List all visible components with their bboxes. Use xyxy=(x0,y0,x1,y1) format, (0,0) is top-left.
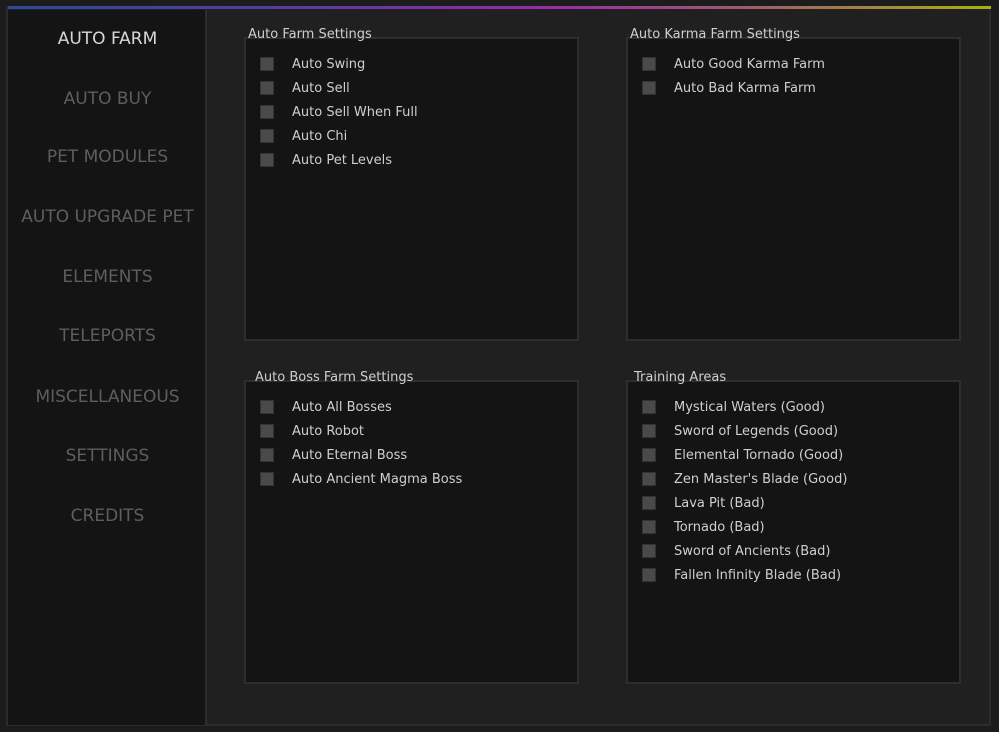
panel-title: Auto Karma Farm Settings xyxy=(630,27,800,42)
sidebar-item-auto-buy[interactable]: AUTO BUY xyxy=(8,87,207,111)
panel-title: Auto Boss Farm Settings xyxy=(255,370,414,385)
checkbox[interactable] xyxy=(642,544,656,558)
panel-title: Training Areas xyxy=(634,370,727,385)
toggle-row[interactable]: Auto Bad Karma Farm xyxy=(642,79,816,97)
toggle-row[interactable]: Auto Robot xyxy=(260,422,364,440)
panel-title: Auto Farm Settings xyxy=(248,27,372,42)
toggle-label: Fallen Infinity Blade (Bad) xyxy=(674,567,842,583)
toggle-label: Auto Sell xyxy=(292,80,350,96)
toggle-label: Mystical Waters (Good) xyxy=(674,399,825,415)
toggle-row[interactable]: Auto Sell When Full xyxy=(260,103,418,121)
checkbox[interactable] xyxy=(260,448,274,462)
toggle-row[interactable]: Fallen Infinity Blade (Bad) xyxy=(642,566,841,584)
checkbox[interactable] xyxy=(260,105,274,119)
checkbox[interactable] xyxy=(260,400,274,414)
toggle-row[interactable]: Auto Ancient Magma Boss xyxy=(260,470,462,488)
sidebar-item-credits[interactable]: CREDITS xyxy=(8,504,207,528)
toggle-label: Lava Pit (Bad) xyxy=(674,495,765,511)
toggle-label: Sword of Ancients (Bad) xyxy=(674,543,831,559)
checkbox[interactable] xyxy=(642,81,656,95)
sidebar: AUTO FARM AUTO BUY PET MODULES AUTO UPGR… xyxy=(8,10,207,725)
sidebar-item-pet-modules[interactable]: PET MODULES xyxy=(8,145,207,169)
sidebar-item-auto-upgrade-pet[interactable]: AUTO UPGRADE PET xyxy=(8,205,207,229)
checkbox[interactable] xyxy=(642,424,656,438)
sidebar-item-settings[interactable]: SETTINGS xyxy=(8,444,207,468)
checkbox[interactable] xyxy=(642,472,656,486)
toggle-row[interactable]: Sword of Ancients (Bad) xyxy=(642,542,830,560)
toggle-label: Auto Chi xyxy=(292,128,348,144)
toggle-label: Elemental Tornado (Good) xyxy=(674,447,844,463)
toggle-row[interactable]: Auto Sell xyxy=(260,79,350,97)
toggle-row[interactable]: Auto All Bosses xyxy=(260,398,392,416)
checkbox[interactable] xyxy=(260,153,274,167)
toggle-row[interactable]: Auto Pet Levels xyxy=(260,151,392,169)
toggle-row[interactable]: Zen Master's Blade (Good) xyxy=(642,470,847,488)
rainbow-accent-bar xyxy=(8,6,991,9)
toggle-label: Auto Eternal Boss xyxy=(292,447,408,463)
toggle-label: Auto Bad Karma Farm xyxy=(674,80,816,96)
sidebar-item-teleports[interactable]: TELEPORTS xyxy=(8,324,207,348)
toggle-row[interactable]: Auto Good Karma Farm xyxy=(642,55,825,73)
sidebar-item-elements[interactable]: ELEMENTS xyxy=(8,265,207,289)
checkbox[interactable] xyxy=(642,496,656,510)
toggle-row[interactable]: Mystical Waters (Good) xyxy=(642,398,825,416)
checkbox[interactable] xyxy=(260,424,274,438)
toggle-label: Zen Master's Blade (Good) xyxy=(674,471,848,487)
toggle-row[interactable]: Auto Eternal Boss xyxy=(260,446,407,464)
toggle-label: Auto Good Karma Farm xyxy=(674,56,825,72)
toggle-label: Auto Ancient Magma Boss xyxy=(292,471,463,487)
toggle-row[interactable]: Auto Swing xyxy=(260,55,365,73)
toggle-label: Auto Pet Levels xyxy=(292,152,393,168)
checkbox[interactable] xyxy=(642,57,656,71)
toggle-label: Sword of Legends (Good) xyxy=(674,423,839,439)
sidebar-item-miscellaneous[interactable]: MISCELLANEOUS xyxy=(8,385,207,409)
toggle-label: Auto Robot xyxy=(292,423,365,439)
auto-boss-farm-settings-panel: Auto Boss Farm Settings Auto All Bosses A… xyxy=(244,370,579,684)
toggle-label: Auto Swing xyxy=(292,56,366,72)
checkbox[interactable] xyxy=(260,472,274,486)
checkbox[interactable] xyxy=(642,400,656,414)
checkbox[interactable] xyxy=(260,129,274,143)
toggle-row[interactable]: Sword of Legends (Good) xyxy=(642,422,838,440)
toggle-row[interactable]: Elemental Tornado (Good) xyxy=(642,446,843,464)
auto-karma-farm-settings-panel: Auto Karma Farm Settings Auto Good Karma… xyxy=(626,27,961,341)
checkbox[interactable] xyxy=(260,81,274,95)
auto-farm-settings-panel: Auto Farm Settings Auto Swing Auto Sell Au… xyxy=(244,27,579,341)
checkbox[interactable] xyxy=(260,57,274,71)
sidebar-item-auto-farm[interactable]: AUTO FARM xyxy=(8,27,207,51)
checkbox[interactable] xyxy=(642,520,656,534)
toggle-row[interactable]: Tornado (Bad) xyxy=(642,518,765,536)
checkbox[interactable] xyxy=(642,448,656,462)
toggle-label: Auto Sell When Full xyxy=(292,104,418,120)
toggle-row[interactable]: Auto Chi xyxy=(260,127,347,145)
training-areas-panel: Training Areas Mystical Waters (Good) Swo… xyxy=(626,370,961,684)
toggle-label: Tornado (Bad) xyxy=(674,519,765,535)
toggle-row[interactable]: Lava Pit (Bad) xyxy=(642,494,765,512)
toggle-label: Auto All Bosses xyxy=(292,399,392,415)
checkbox[interactable] xyxy=(642,568,656,582)
